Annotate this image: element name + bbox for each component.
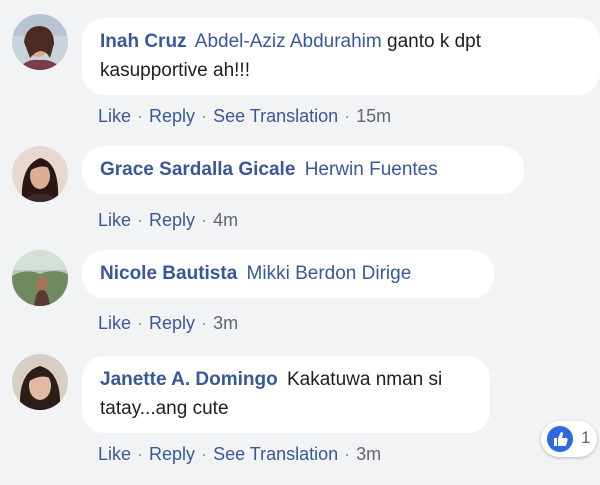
avatar[interactable] [12, 354, 68, 410]
comment-actions: Like · Reply · 4m [98, 210, 238, 231]
comment-text-continued: kasupportive ah!!! [100, 60, 250, 81]
reply-link[interactable]: Reply [149, 313, 195, 333]
separator: · [201, 313, 208, 333]
comment-bubble: Janette A. Domingo Kakatuwa nman si tata… [82, 356, 490, 433]
see-translation-link[interactable]: See Translation [213, 106, 338, 126]
comment-bubble: Nicole Bautista Mikki Berdon Dirige [82, 250, 494, 298]
separator: · [201, 444, 208, 464]
like-link[interactable]: Like [98, 210, 131, 230]
avatar[interactable] [12, 250, 68, 306]
mention-link[interactable]: Abdel-Aziz Abdurahim [195, 31, 382, 52]
separator: · [201, 210, 208, 230]
avatar[interactable] [12, 14, 68, 70]
timestamp[interactable]: 3m [356, 444, 381, 464]
like-link[interactable]: Like [98, 444, 131, 464]
comment-text-continued: tatay...ang cute [100, 398, 229, 419]
reply-link[interactable]: Reply [149, 210, 195, 230]
mention-link[interactable]: Herwin Fuentes [305, 159, 438, 180]
thumbs-up-icon [547, 426, 573, 452]
comment-author[interactable]: Grace Sardalla Gicale [100, 159, 295, 180]
reaction-summary[interactable]: 1 [541, 421, 597, 457]
mention-link[interactable]: Mikki Berdon Dirige [247, 263, 412, 284]
comment-author[interactable]: Janette A. Domingo [100, 369, 278, 390]
comment-actions: Like · Reply · 3m [98, 313, 238, 334]
separator: · [137, 210, 144, 230]
comment-text: ganto k dpt [387, 31, 482, 52]
separator: · [344, 444, 351, 464]
timestamp[interactable]: 15m [356, 106, 391, 126]
comment-actions: Like · Reply · See Translation · 15m [98, 106, 391, 127]
comment-author[interactable]: Inah Cruz [100, 31, 187, 52]
comment-text: Kakatuwa nman si [286, 369, 443, 390]
comment-author[interactable]: Nicole Bautista [100, 263, 237, 284]
reply-link[interactable]: Reply [149, 444, 195, 464]
separator: · [201, 106, 208, 126]
like-link[interactable]: Like [98, 106, 131, 126]
separator: · [137, 106, 144, 126]
separator: · [137, 313, 144, 333]
separator: · [344, 106, 351, 126]
comment-bubble: Grace Sardalla Gicale Herwin Fuentes [82, 146, 524, 194]
timestamp[interactable]: 3m [213, 313, 238, 333]
like-link[interactable]: Like [98, 313, 131, 333]
reaction-count: 1 [581, 428, 591, 447]
reply-link[interactable]: Reply [149, 106, 195, 126]
separator: · [137, 444, 144, 464]
avatar[interactable] [12, 146, 68, 202]
comment-bubble: Inah Cruz Abdel-Aziz Abdurahim ganto k d… [82, 18, 600, 95]
comment-actions: Like · Reply · See Translation · 3m [98, 444, 381, 465]
timestamp[interactable]: 4m [213, 210, 238, 230]
see-translation-link[interactable]: See Translation [213, 444, 338, 464]
